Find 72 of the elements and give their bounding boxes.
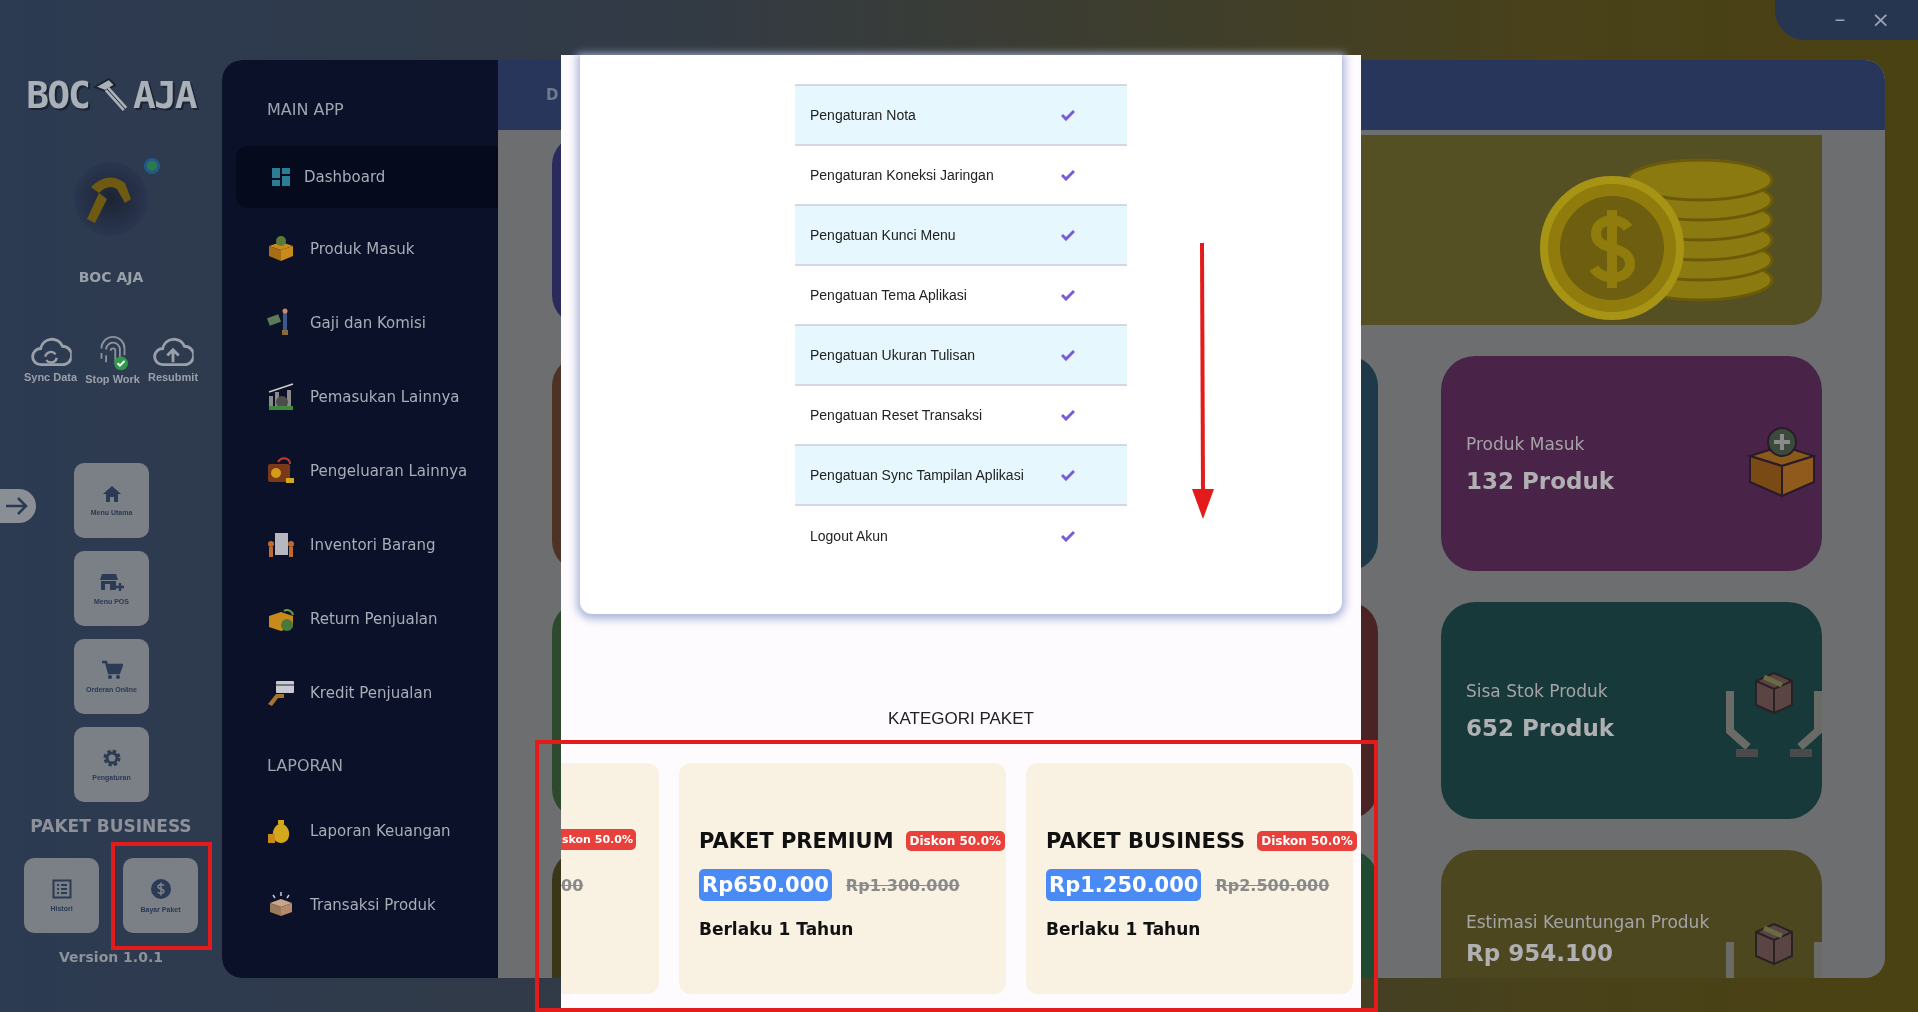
- price-tag: Rp1.250.000: [1046, 869, 1202, 901]
- action-button[interactable]: Resubmit: [145, 337, 201, 385]
- section-heading: KATEGORI PAKET: [887, 709, 1035, 729]
- validity-label: Berlaku 1 Tahun: [1046, 919, 1202, 939]
- nav-item[interactable]: Pengeluaran Lainnya: [236, 434, 498, 508]
- close-button[interactable]: ×: [1869, 9, 1892, 31]
- old-price: Rp2.500.000: [1215, 875, 1330, 895]
- check-icon: [1061, 289, 1075, 301]
- old-price: Rp1.300.000: [845, 875, 960, 895]
- dashboard-icon: [272, 168, 290, 186]
- version-label: Version 1.0.1: [59, 949, 163, 965]
- package-name: PAKET BUSINESS: [1046, 829, 1246, 853]
- section-heading: MAIN APP: [266, 99, 345, 121]
- action-button[interactable]: Sync Data: [21, 337, 80, 385]
- nav-item[interactable]: Pemasukan Lainnya: [236, 360, 498, 434]
- section-heading: LAPORAN: [266, 755, 344, 777]
- check-icon: [1061, 409, 1075, 421]
- arrow-right-icon: [0, 489, 36, 523]
- header-title: D: [546, 86, 559, 104]
- logo-text: AJA: [133, 76, 196, 114]
- nav-item[interactable]: Produk Masuk: [236, 212, 498, 286]
- package-title: PAKET BUSINESS: [30, 816, 192, 836]
- box-icon: [266, 234, 296, 264]
- nav-item[interactable]: Transaksi Produk: [236, 868, 498, 942]
- price-tag: Rp650.000: [699, 869, 832, 901]
- nav-item[interactable]: Kredit Penjualan: [236, 656, 498, 730]
- check-icon: [1061, 229, 1075, 241]
- nav-item[interactable]: Dashboard: [236, 146, 498, 208]
- settings-label: Logout Akun: [810, 528, 888, 544]
- settings-label: Pengatuan Sync Tampilan Aplikasi: [810, 467, 1024, 483]
- check-icon: [1061, 169, 1075, 181]
- check-icon: [1061, 349, 1075, 361]
- stat-label: Sisa Stok Produk: [1466, 680, 1609, 701]
- package-name: PAKET PREMIUM: [699, 829, 894, 853]
- income-chart-icon: [266, 382, 296, 412]
- stat-value: 652 Produk: [1466, 714, 1615, 741]
- minimize-button[interactable]: –: [1832, 8, 1848, 40]
- nav-item[interactable]: Inventori Barang: [236, 508, 498, 582]
- wallet-coins-icon: [266, 456, 296, 486]
- status-dot: [144, 158, 160, 174]
- check-icon: [1061, 469, 1075, 481]
- settings-label: Pengatuan Ukuran Tulisan: [810, 347, 975, 363]
- home-icon: [101, 485, 122, 503]
- check-icon: [1061, 109, 1075, 121]
- stat-label: Estimasi Keuntungan Produk: [1466, 912, 1710, 932]
- discount-badge: skon 50.0%: [561, 829, 636, 850]
- stat-label: Produk Masuk: [1466, 433, 1586, 454]
- credit-card-hand-icon: [266, 678, 296, 708]
- cart-icon: [100, 660, 123, 680]
- settings-label: Pengatuan Kunci Menu: [810, 227, 956, 243]
- nav-item[interactable]: Return Penjualan: [236, 582, 498, 656]
- discount-badge: Diskon 50.0%: [905, 831, 1006, 851]
- validity-label: Berlaku 1 Tahun: [699, 919, 855, 939]
- list-icon: [51, 879, 72, 899]
- nav-item[interactable]: Gaji dan Komisi: [236, 286, 498, 360]
- check-icon: [1061, 530, 1075, 542]
- discount-badge: Diskon 50.0%: [1257, 831, 1357, 851]
- stat-value: Rp 954.100: [1466, 940, 1614, 966]
- dollar-icon: [149, 878, 172, 900]
- settings-label: Pengaturan Koneksi Jaringan: [810, 167, 994, 183]
- stat-value: 132 Produk: [1466, 467, 1615, 494]
- nav-item[interactable]: Laporan Keuangan: [236, 794, 498, 868]
- store-icon: [99, 572, 124, 592]
- logo-text: BOC: [26, 76, 89, 114]
- inventory-icon: [266, 530, 296, 560]
- settings-icon: [101, 748, 122, 768]
- old-price: 00: [561, 876, 584, 895]
- profile-name: BOC AJA: [78, 269, 144, 285]
- settings-label: Pengatuan Reset Transaksi: [810, 407, 982, 423]
- settings-label: Pengaturan Nota: [810, 107, 916, 123]
- action-button[interactable]: Stop Work: [83, 337, 142, 385]
- settings-label: Pengatuan Tema Aplikasi: [810, 287, 967, 303]
